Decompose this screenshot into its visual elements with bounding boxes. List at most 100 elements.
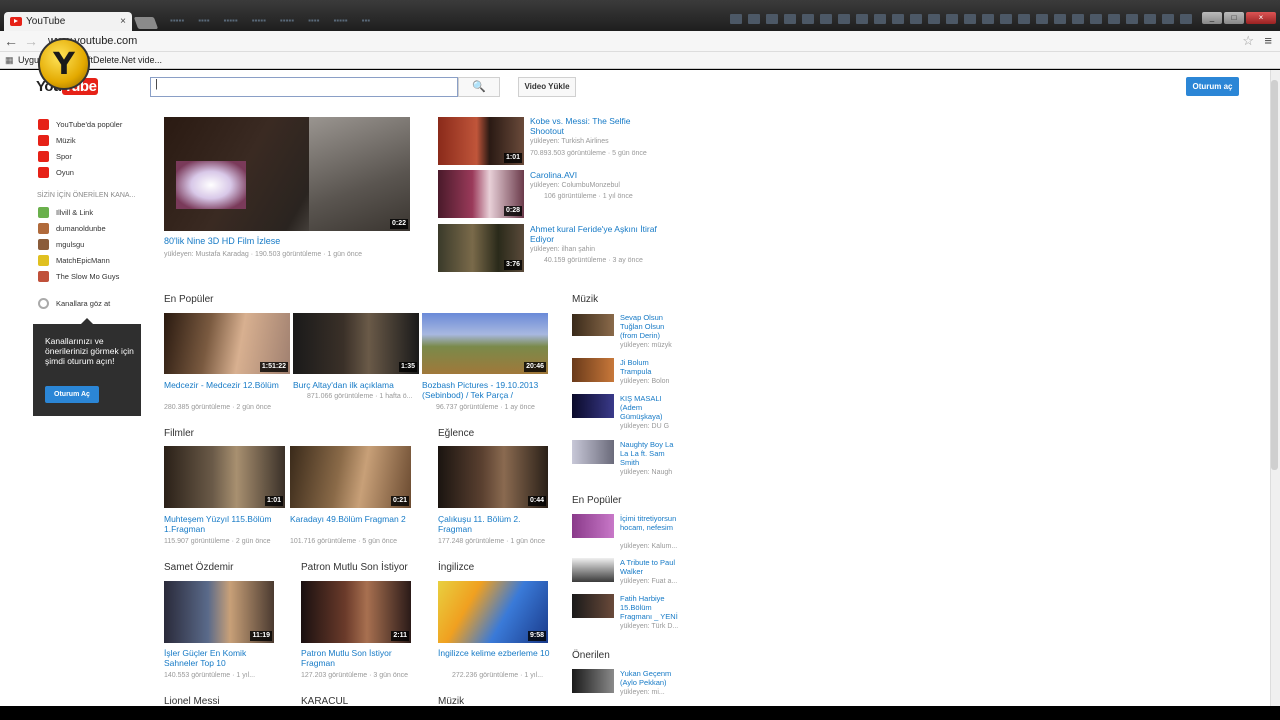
maximize-button[interactable]: □ (1224, 12, 1244, 24)
video-meta: 871.066 görüntüleme · 1 hafta ö... (307, 393, 413, 400)
video-thumbnail[interactable]: 1:35 (293, 313, 419, 374)
guide-channel[interactable]: Illvill & Link (38, 207, 93, 218)
video-thumbnail[interactable]: 9:58 (438, 581, 548, 643)
browser-tab[interactable]: YouTube × (4, 12, 132, 31)
guide-item-gaming[interactable]: Oyun (38, 167, 74, 178)
video-thumbnail[interactable]: 1:01 (438, 117, 524, 165)
video-thumbnail[interactable]: 20:46 (422, 313, 548, 374)
video-thumbnail[interactable] (572, 514, 614, 538)
video-title[interactable]: Patron Mutlu Son İstiyor Fragman (301, 648, 416, 668)
video-title[interactable]: İngilizce kelime ezberleme 10 (438, 648, 553, 658)
bookmark-star-icon[interactable]: ☆ (1242, 33, 1254, 49)
video-title[interactable]: Ahmet kural Feride'ye Aşkını İtiraf Ediy… (530, 224, 680, 244)
shelf-title[interactable]: Eğlence (438, 428, 474, 439)
video-thumbnail[interactable] (572, 440, 614, 464)
apps-grid-icon[interactable]: ▦ (5, 55, 14, 66)
video-title[interactable]: Fatih Harbiye 15.Bölüm Fragmanı _ YENİ (620, 594, 682, 621)
video-meta: 96.737 görüntüleme · 1 ay önce (436, 404, 535, 411)
video-title[interactable]: Carolina.AVI (530, 170, 650, 180)
channel-avatar (38, 271, 49, 282)
video-thumbnail[interactable] (572, 358, 614, 382)
video-meta: yükleyen: ColumbuMonzebul (530, 182, 620, 189)
system-tray (730, 14, 1192, 24)
shelf-title[interactable]: Samet Özdemir (164, 562, 233, 573)
duration-badge: 1:01 (503, 153, 522, 163)
video-thumbnail[interactable]: 0:28 (438, 170, 524, 218)
video-thumbnail[interactable]: 2:11 (301, 581, 411, 643)
forward-arrow-icon[interactable]: → (24, 33, 38, 49)
guide-channel[interactable]: dumanoldunbe (38, 223, 106, 234)
shelf-title[interactable]: Önerilen (572, 650, 610, 661)
video-thumbnail[interactable]: 1:51:22 (164, 313, 290, 374)
address-bar: ← → www.youtube.com ☆ ≡ (0, 31, 1280, 52)
video-title[interactable]: Ji Bolum Trampula (620, 358, 682, 376)
back-arrow-icon[interactable]: ← (4, 33, 18, 49)
duration-badge: 0:28 (503, 206, 522, 216)
video-title[interactable]: Çalıkuşu 11. Bölüm 2. Fragman (438, 514, 553, 534)
new-tab-button[interactable] (133, 17, 159, 29)
search-input[interactable]: | (150, 77, 458, 97)
channel-avatar (38, 207, 49, 218)
shelf-title[interactable]: Müzik (438, 696, 464, 706)
video-title[interactable]: A Tribute to Paul Walker (620, 558, 682, 576)
video-meta: yükleyen: Fuat a... (620, 578, 678, 585)
bookmark-softdelete[interactable]: ftDelete.Net vide... (88, 55, 162, 65)
promo-signin-button[interactable]: Oturum Aç (45, 386, 99, 403)
bookmark-apps[interactable]: Uygu (18, 55, 39, 65)
video-thumbnail[interactable] (572, 394, 614, 418)
video-title[interactable]: İşler Güçler En Komik Sahneler Top 10 (164, 648, 279, 668)
video-thumbnail[interactable]: 0:22 (164, 117, 410, 231)
minimize-button[interactable]: _ (1202, 12, 1222, 24)
video-title[interactable]: Bozbash Pictures - 19.10.2013 (Sebinbod)… (422, 380, 552, 400)
guide-item-music[interactable]: Müzik (38, 135, 76, 146)
video-title[interactable]: Medcezir - Medcezir 12.Bölüm (164, 380, 290, 390)
guide-item-sports[interactable]: Spor (38, 151, 72, 162)
video-thumbnail[interactable] (572, 558, 614, 582)
video-title[interactable]: Naughty Boy La La La ft. Sam Smith (620, 440, 682, 467)
video-thumbnail[interactable] (572, 314, 614, 336)
shelf-title[interactable]: Müzik (572, 294, 598, 305)
browser-menu-icon[interactable]: ≡ (1264, 33, 1272, 48)
signin-button[interactable]: Oturum aç (1186, 77, 1239, 96)
shelf-title[interactable]: KARACUL (301, 696, 348, 706)
shelf-title[interactable]: Patron Mutlu Son İstiyor (301, 562, 408, 573)
video-meta: yükleyen: Mustafa Karadag · 190.503 görü… (164, 251, 363, 258)
video-thumbnail[interactable]: 0:44 (438, 446, 548, 508)
video-thumbnail[interactable] (572, 594, 614, 618)
video-title[interactable]: 80'lik Nine 3D HD Film İzlese (164, 236, 410, 246)
guide-channel[interactable]: MatchEpicMann (38, 255, 110, 266)
video-title[interactable]: Karadayı 49.Bölüm Fragman 2 (290, 514, 415, 524)
recorder-watermark-logo: Y (38, 38, 90, 90)
video-thumbnail[interactable]: 1:01 (164, 446, 285, 508)
channel-avatar (38, 223, 49, 234)
shelf-title[interactable]: Filmler (164, 428, 194, 439)
video-title[interactable]: Kobe vs. Messi: The Selfie Shootout (530, 116, 650, 136)
video-thumbnail[interactable]: 11:19 (164, 581, 274, 643)
video-title[interactable]: Sevap Olsun Tuğlan Olsun (from Derin) (620, 313, 682, 340)
shelf-title[interactable]: Lionel Messi (164, 696, 220, 706)
video-thumbnail[interactable]: 0:21 (290, 446, 411, 508)
video-title[interactable]: Yukan Geçenm (Aylo Pekkan) (620, 669, 682, 687)
video-thumbnail[interactable]: 3:76 (438, 224, 524, 272)
video-title[interactable]: KIŞ MASALI (Adem Gümüşkaya) (620, 394, 682, 421)
window-close-button[interactable]: × (1246, 12, 1276, 24)
video-title[interactable]: İçimi titretiyorsun hocam, nefesim (620, 514, 682, 532)
popular-icon (38, 119, 49, 130)
shelf-title[interactable]: En Popüler (164, 294, 213, 305)
scrollbar-thumb[interactable] (1271, 80, 1278, 470)
video-thumbnail[interactable] (572, 669, 614, 693)
duration-badge: 3:76 (503, 260, 522, 270)
shelf-title[interactable]: En Popüler (572, 495, 621, 506)
guide-item-popular[interactable]: YouTube'da popüler (38, 119, 122, 130)
guide-channel[interactable]: The Slow Mo Guys (38, 271, 119, 282)
guide-channel[interactable]: mgulsgu (38, 239, 84, 250)
upload-button[interactable]: Video Yükle (518, 77, 576, 97)
shelf-title[interactable]: İngilizce (438, 562, 474, 573)
video-title[interactable]: Muhteşem Yüzyıl 115.Bölüm 1.Fragman (164, 514, 285, 534)
search-button[interactable]: 🔍 (458, 77, 500, 97)
video-title[interactable]: Burç Altay'dan ilk açıklama (293, 380, 419, 390)
video-meta: 106 görüntüleme · 1 yıl önce (544, 193, 633, 200)
video-meta: 101.716 görüntüleme · 5 gün önce (290, 538, 398, 545)
tab-close-icon[interactable]: × (120, 16, 126, 27)
browse-channels-link[interactable]: Kanallara göz at (38, 298, 110, 309)
